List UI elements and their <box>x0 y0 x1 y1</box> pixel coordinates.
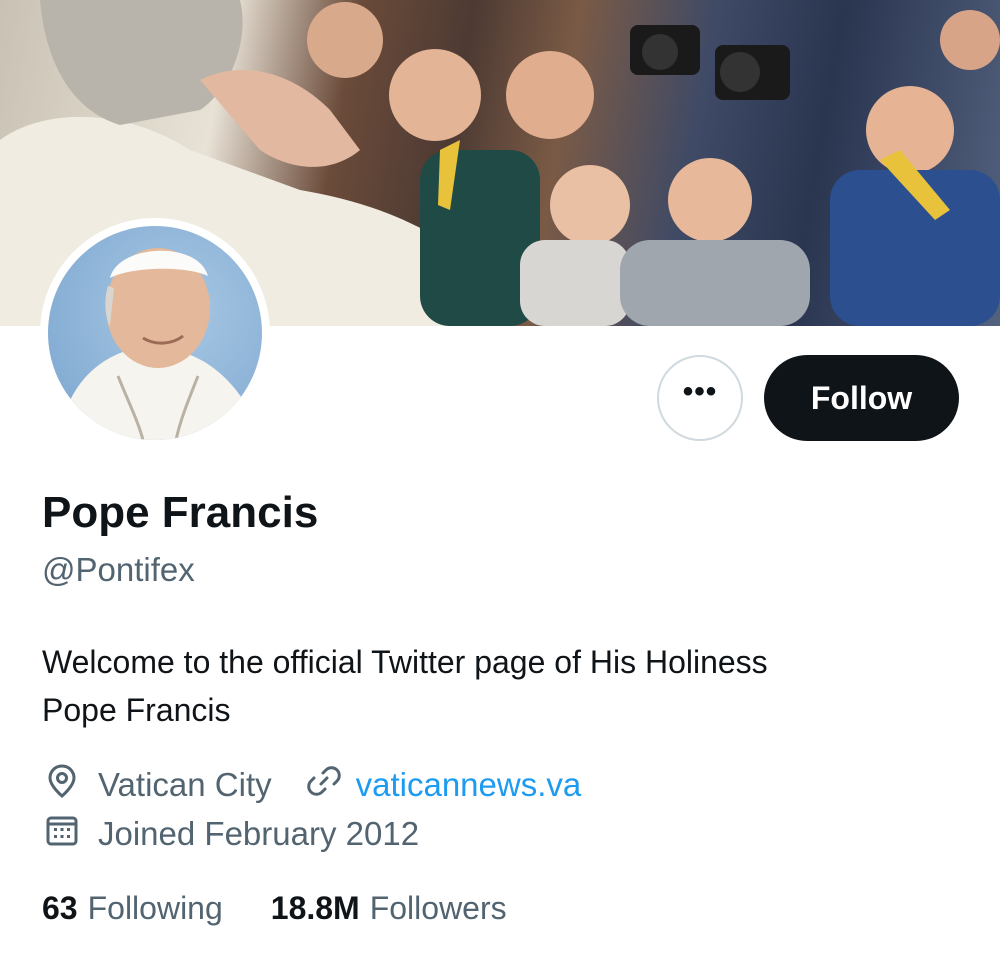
profile-page: ••• Follow Pope Francis @Pontifex Welcom… <box>0 0 1000 955</box>
joined-text: Joined February 2012 <box>98 815 420 852</box>
bio-line-1: Welcome to the official Twitter page of … <box>42 644 768 680</box>
calendar-icon <box>44 812 80 856</box>
profile-joined-row: Joined February 2012 <box>44 812 419 856</box>
profile-handle: @Pontifex <box>42 551 195 588</box>
profile-meta-row: Vatican City vaticannews.va <box>44 763 581 807</box>
profile-bio: Welcome to the official Twitter page of … <box>42 638 942 734</box>
link-icon <box>306 763 342 807</box>
following-label: Following <box>87 890 223 926</box>
followers-stat[interactable]: 18.8M Followers <box>271 890 507 927</box>
more-dots-icon: ••• <box>682 375 718 408</box>
bio-line-2: Pope Francis <box>42 692 231 728</box>
location-pin-icon <box>44 763 80 807</box>
location-text: Vatican City <box>98 766 272 803</box>
avatar-photo <box>48 226 262 440</box>
following-stat[interactable]: 63 Following <box>42 890 223 927</box>
follow-button[interactable]: Follow <box>764 355 959 441</box>
more-options-button[interactable]: ••• <box>657 355 743 441</box>
website-link[interactable]: vaticannews.va <box>356 766 582 804</box>
followers-label: Followers <box>369 890 507 926</box>
avatar[interactable] <box>40 218 270 448</box>
profile-stats: 63 Following 18.8M Followers <box>42 890 507 927</box>
profile-name: Pope Francis <box>42 488 319 537</box>
following-count: 63 <box>42 890 78 926</box>
followers-count: 18.8M <box>270 890 360 926</box>
